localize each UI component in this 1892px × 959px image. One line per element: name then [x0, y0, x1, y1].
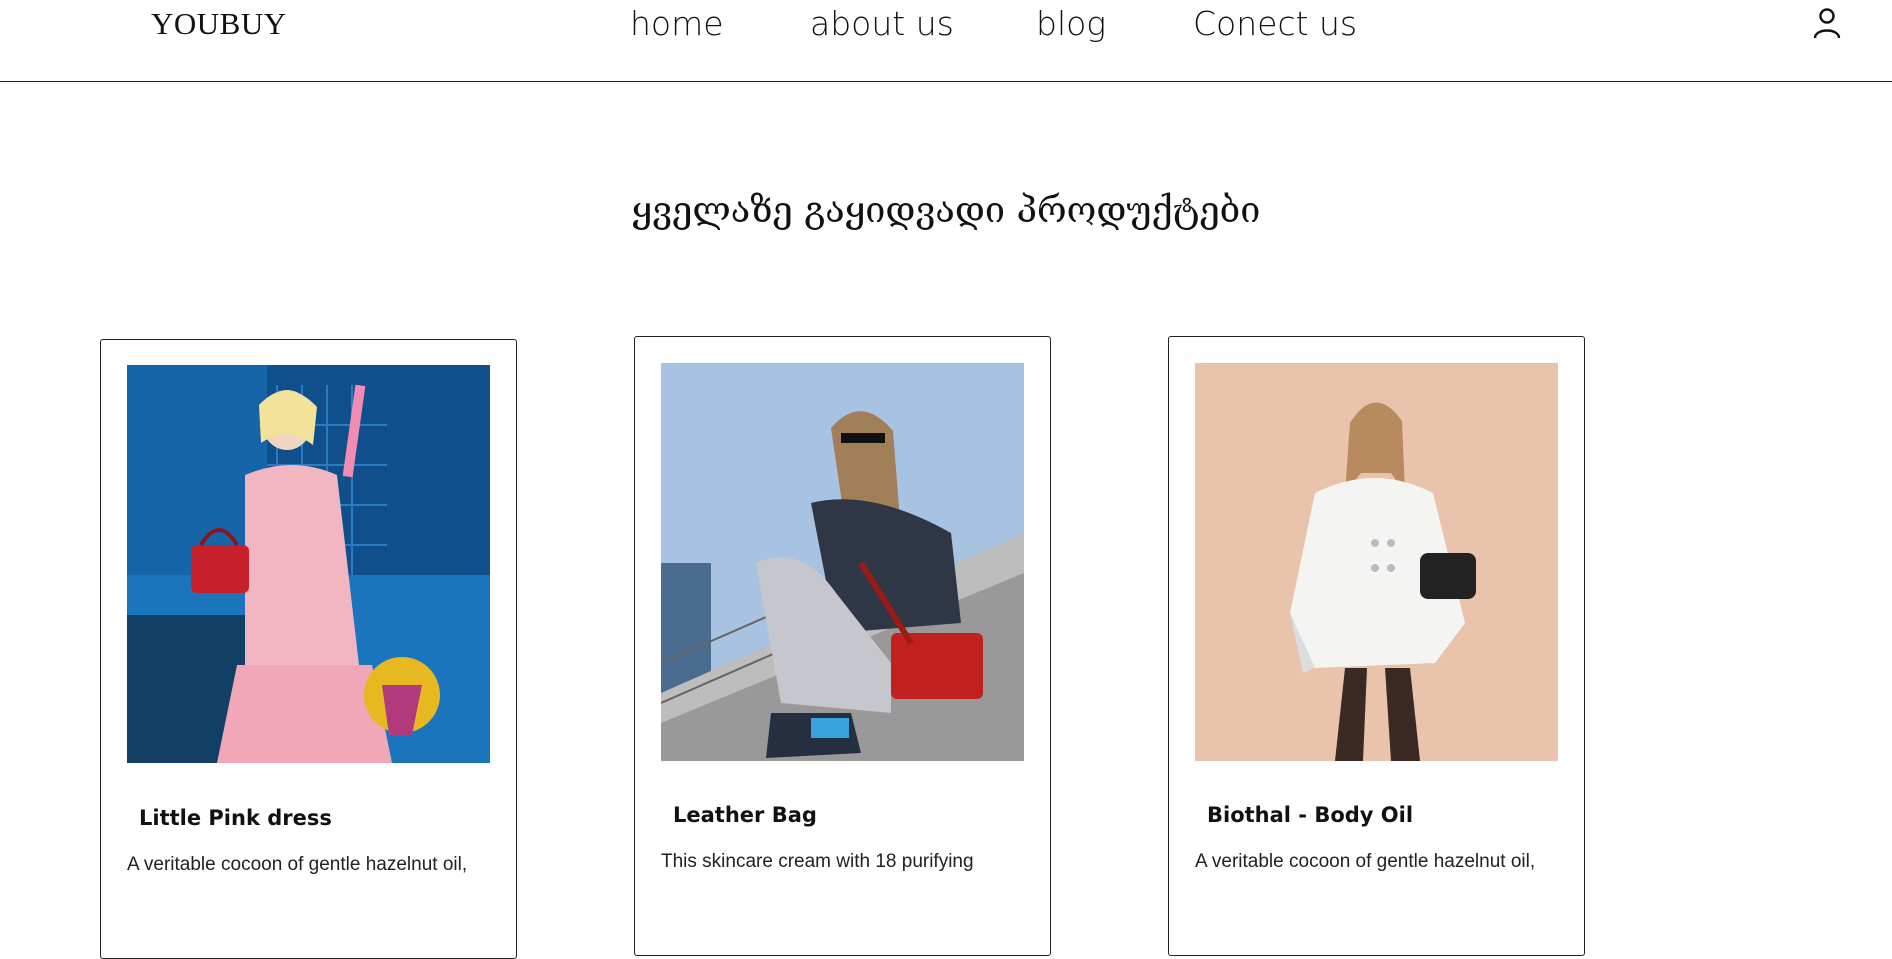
product-description: This skincare cream with 18 purifying	[661, 851, 974, 872]
product-image[interactable]	[661, 363, 1024, 761]
product-image[interactable]	[127, 365, 490, 763]
nav-conect-us[interactable]: Conect us	[1193, 4, 1357, 43]
nav-home[interactable]: home	[630, 4, 724, 43]
brand-logo[interactable]: YOUBUY	[151, 6, 287, 42]
product-card[interactable]: Biothal - Body Oil A veritable cocoon of…	[1168, 336, 1585, 956]
nav-about-us[interactable]: about us	[810, 4, 954, 43]
product-card[interactable]: Little Pink dress A veritable cocoon of …	[100, 339, 517, 959]
product-name[interactable]: Leather Bag	[673, 803, 817, 827]
product-description: A veritable cocoon of gentle hazelnut oi…	[127, 854, 468, 875]
product-description: A veritable cocoon of gentle hazelnut oi…	[1195, 851, 1536, 872]
user-icon[interactable]	[1812, 6, 1842, 40]
product-name[interactable]: Biothal - Body Oil	[1207, 803, 1413, 827]
product-card[interactable]: Leather Bag This skincare cream with 18 …	[634, 336, 1051, 956]
site-header: YOUBUY home about us blog Conect us	[0, 0, 1892, 82]
nav-blog[interactable]: blog	[1036, 4, 1106, 43]
section-title: ყველაზე გაყიდვადი პროდუქტები	[631, 190, 1261, 231]
product-image[interactable]	[1195, 363, 1558, 761]
product-name[interactable]: Little Pink dress	[139, 806, 332, 830]
